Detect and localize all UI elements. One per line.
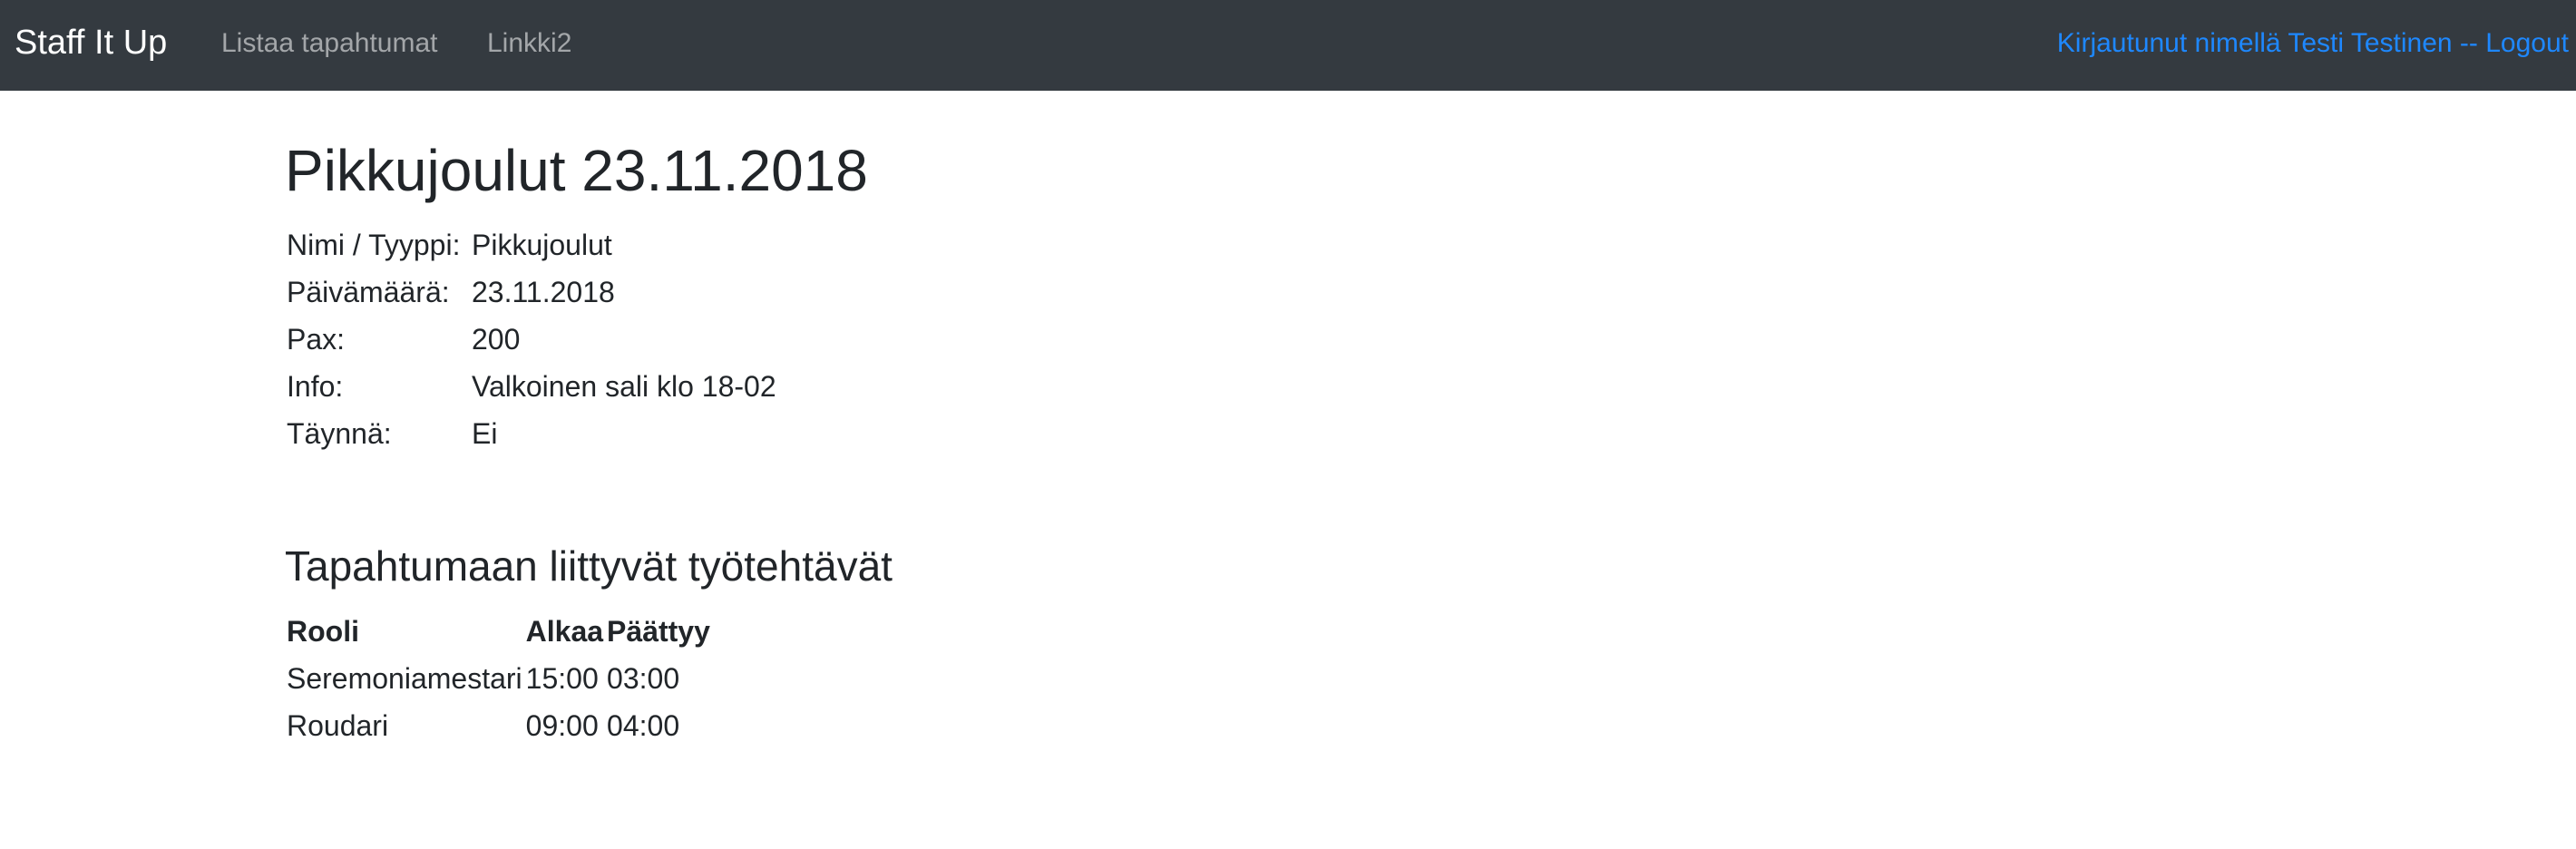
task-end: 03:00 — [607, 662, 680, 695]
table-row: Roudari 09:00 04:00 — [285, 702, 712, 749]
detail-row: Nimi / Tyyppi: Pikkujoulut — [285, 221, 778, 268]
detail-label: Nimi / Tyyppi: — [287, 229, 461, 261]
task-role: Roudari — [287, 709, 389, 742]
brand-link[interactable]: Staff It Up — [15, 20, 167, 65]
detail-label: Päivämäärä: — [287, 276, 450, 308]
detail-value: Pikkujoulut — [472, 229, 612, 261]
page-title: Pikkujoulut 23.11.2018 — [285, 138, 868, 203]
detail-row: Päivämäärä: 23.11.2018 — [285, 268, 778, 316]
tasks-heading: Tapahtumaan liittyvät työtehtävät — [285, 542, 893, 590]
detail-row: Info: Valkoinen sali klo 18-02 — [285, 363, 778, 410]
detail-value: Ei — [472, 417, 498, 450]
event-details-table: Nimi / Tyyppi: Pikkujoulut Päivämäärä: 2… — [285, 221, 778, 457]
detail-label: Info: — [287, 370, 344, 403]
detail-label: Täynnä: — [287, 417, 392, 450]
task-start: 09:00 — [525, 709, 599, 742]
nav-link-list-events[interactable]: Listaa tapahtumat — [221, 25, 438, 62]
task-role: Seremoniamestari — [287, 662, 522, 695]
logout-link[interactable]: Kirjautunut nimellä Testi Testinen -- Lo… — [2057, 25, 2569, 62]
detail-value: Valkoinen sali klo 18-02 — [472, 370, 776, 403]
task-end: 04:00 — [607, 709, 680, 742]
task-start: 15:00 — [525, 662, 599, 695]
column-header-role: Rooli — [287, 615, 359, 648]
nav-link-linkki2[interactable]: Linkki2 — [487, 25, 571, 62]
tasks-table: Rooli Alkaa Päättyy Seremoniamestari 15:… — [285, 608, 712, 749]
table-row: Seremoniamestari 15:00 03:00 — [285, 655, 712, 702]
detail-label: Pax: — [287, 323, 346, 356]
detail-value: 23.11.2018 — [472, 276, 615, 308]
top-navbar: Staff It Up Listaa tapahtumat Linkki2 Ki… — [0, 0, 2576, 91]
table-header-row: Rooli Alkaa Päättyy — [285, 608, 712, 655]
column-header-start: Alkaa — [525, 615, 604, 648]
detail-row: Täynnä: Ei — [285, 410, 778, 457]
detail-row: Pax: 200 — [285, 316, 778, 363]
detail-value: 200 — [472, 323, 521, 356]
column-header-end: Päättyy — [607, 615, 710, 648]
